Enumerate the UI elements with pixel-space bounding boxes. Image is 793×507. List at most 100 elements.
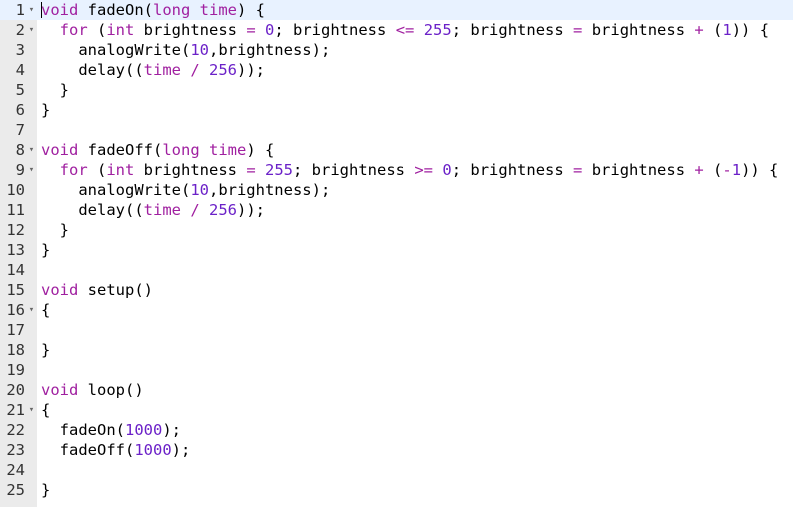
code-token: setup() <box>78 281 153 299</box>
code-line[interactable]: 10 analogWrite(10,brightness); <box>0 180 793 200</box>
code-token: ( <box>87 21 107 39</box>
code-line[interactable]: 15 void setup() <box>0 280 793 300</box>
code-line[interactable]: 14 <box>0 260 793 280</box>
fold-toggle-icon[interactable]: ▾ <box>27 160 36 180</box>
code-token: + <box>694 161 704 179</box>
code-token: } <box>41 221 69 239</box>
line-number: 16 <box>6 301 25 319</box>
code-text[interactable]: fadeOn(1000); <box>41 420 181 440</box>
code-text[interactable]: void loop() <box>41 380 144 400</box>
code-token: = <box>573 161 583 179</box>
code-line[interactable]: 7 <box>0 120 793 140</box>
code-token: time <box>199 1 237 19</box>
code-text[interactable]: for (int brightness = 0; brightness <= 2… <box>41 20 769 40</box>
code-token: 1 <box>731 161 742 179</box>
code-token: time <box>143 61 181 79</box>
code-line[interactable]: 18} <box>0 340 793 360</box>
line-number: 25 <box>6 481 25 499</box>
fold-toggle-icon[interactable]: ▾ <box>27 300 36 320</box>
code-token: )); <box>237 61 266 79</box>
code-line[interactable]: 16 ▾ { <box>0 300 793 320</box>
code-token: brightness <box>134 21 247 39</box>
code-text[interactable]: delay((time / 256)); <box>41 60 265 80</box>
code-line[interactable]: 9 ▾ for (int brightness = 255; brightness… <box>0 160 793 180</box>
code-token: = <box>246 161 256 179</box>
code-line[interactable]: 3 analogWrite(10,brightness); <box>0 40 793 60</box>
code-token: analogWrite( <box>41 41 191 59</box>
code-token: loop() <box>78 381 144 399</box>
code-token: 0 <box>265 21 275 39</box>
code-line[interactable]: 20 void loop() <box>0 380 793 400</box>
code-text[interactable]: analogWrite(10,brightness); <box>41 180 330 200</box>
code-token: 0 <box>442 161 452 179</box>
code-token: )) { <box>731 21 770 39</box>
code-line[interactable]: 24 <box>0 460 793 480</box>
code-line[interactable]: 22 fadeOn(1000); <box>0 420 793 440</box>
code-text[interactable]: fadeOff(1000); <box>41 440 191 460</box>
fold-toggle-icon[interactable]: ▾ <box>27 140 36 160</box>
code-token: = <box>246 21 256 39</box>
code-text[interactable]: void fadeOff(long time) { <box>41 140 274 160</box>
code-line[interactable]: 19 <box>0 360 793 380</box>
code-line[interactable]: 21 ▾{ <box>0 400 793 420</box>
code-line[interactable]: 23 fadeOff(1000); <box>0 440 793 460</box>
code-text[interactable]: } <box>41 220 69 240</box>
code-token: 1 <box>722 21 732 39</box>
code-editor[interactable]: 1 ▾ void fadeOn(long time) {2 ▾ for (int br… <box>0 0 793 507</box>
code-token: ); <box>162 421 181 439</box>
code-text[interactable]: analogWrite(10,brightness); <box>41 40 330 60</box>
code-line[interactable]: 13} <box>0 240 793 260</box>
code-text[interactable]: delay((time / 256)); <box>41 200 265 220</box>
code-line[interactable]: 1 ▾ void fadeOn(long time) { <box>0 0 793 20</box>
code-token: time <box>143 201 181 219</box>
code-text[interactable]: for (int brightness = 255; brightness >=… <box>41 160 779 180</box>
code-token: brightness <box>134 161 247 179</box>
fold-toggle-icon[interactable]: ▾ <box>27 20 36 40</box>
line-number: 19 <box>6 361 25 379</box>
code-line[interactable]: 8 ▾ void fadeOff(long time) { <box>0 140 793 160</box>
code-text[interactable]: } <box>41 340 50 360</box>
code-line[interactable]: 12 } <box>0 220 793 240</box>
code-line[interactable]: 2 ▾ for (int brightness = 0; brightness <… <box>0 20 793 40</box>
line-number: 12 <box>6 221 25 239</box>
code-token: 256 <box>209 61 238 79</box>
code-token: } <box>41 341 51 359</box>
line-number: 1 <box>15 1 25 19</box>
code-line[interactable]: 25} <box>0 480 793 500</box>
code-token: fadeOn( <box>41 421 125 439</box>
code-token: + <box>694 21 704 39</box>
code-text[interactable]: { <box>41 300 50 320</box>
code-line[interactable]: 6} <box>0 100 793 120</box>
line-number: 9 <box>15 161 25 179</box>
code-line[interactable]: 5 } <box>0 80 793 100</box>
code-line[interactable]: 11 delay((time / 256)); <box>0 200 793 220</box>
code-text[interactable]: { <box>41 400 50 420</box>
code-text[interactable]: void fadeOn(long time) { <box>41 0 265 20</box>
line-number: 22 <box>6 421 25 439</box>
code-token: ; brightness <box>451 161 574 179</box>
fold-toggle-icon[interactable]: ▾ <box>27 400 36 420</box>
code-text[interactable]: void setup() <box>41 280 153 300</box>
code-text[interactable]: } <box>41 100 50 120</box>
code-line[interactable]: 17 <box>0 320 793 340</box>
line-number: 23 <box>6 441 25 459</box>
fold-toggle-icon[interactable]: ▾ <box>27 0 36 20</box>
line-number: 10 <box>6 181 25 199</box>
text-cursor <box>41 2 42 18</box>
code-token: - <box>722 161 732 179</box>
code-token: 10 <box>190 181 209 199</box>
code-text[interactable]: } <box>41 240 50 260</box>
code-text[interactable]: } <box>41 480 50 500</box>
code-token: int <box>106 21 135 39</box>
code-token: 256 <box>209 201 238 219</box>
line-number: 13 <box>6 241 25 259</box>
code-text[interactable]: } <box>41 80 69 100</box>
code-line[interactable]: 4 delay((time / 256)); <box>0 60 793 80</box>
code-token: ; brightness <box>274 21 396 39</box>
